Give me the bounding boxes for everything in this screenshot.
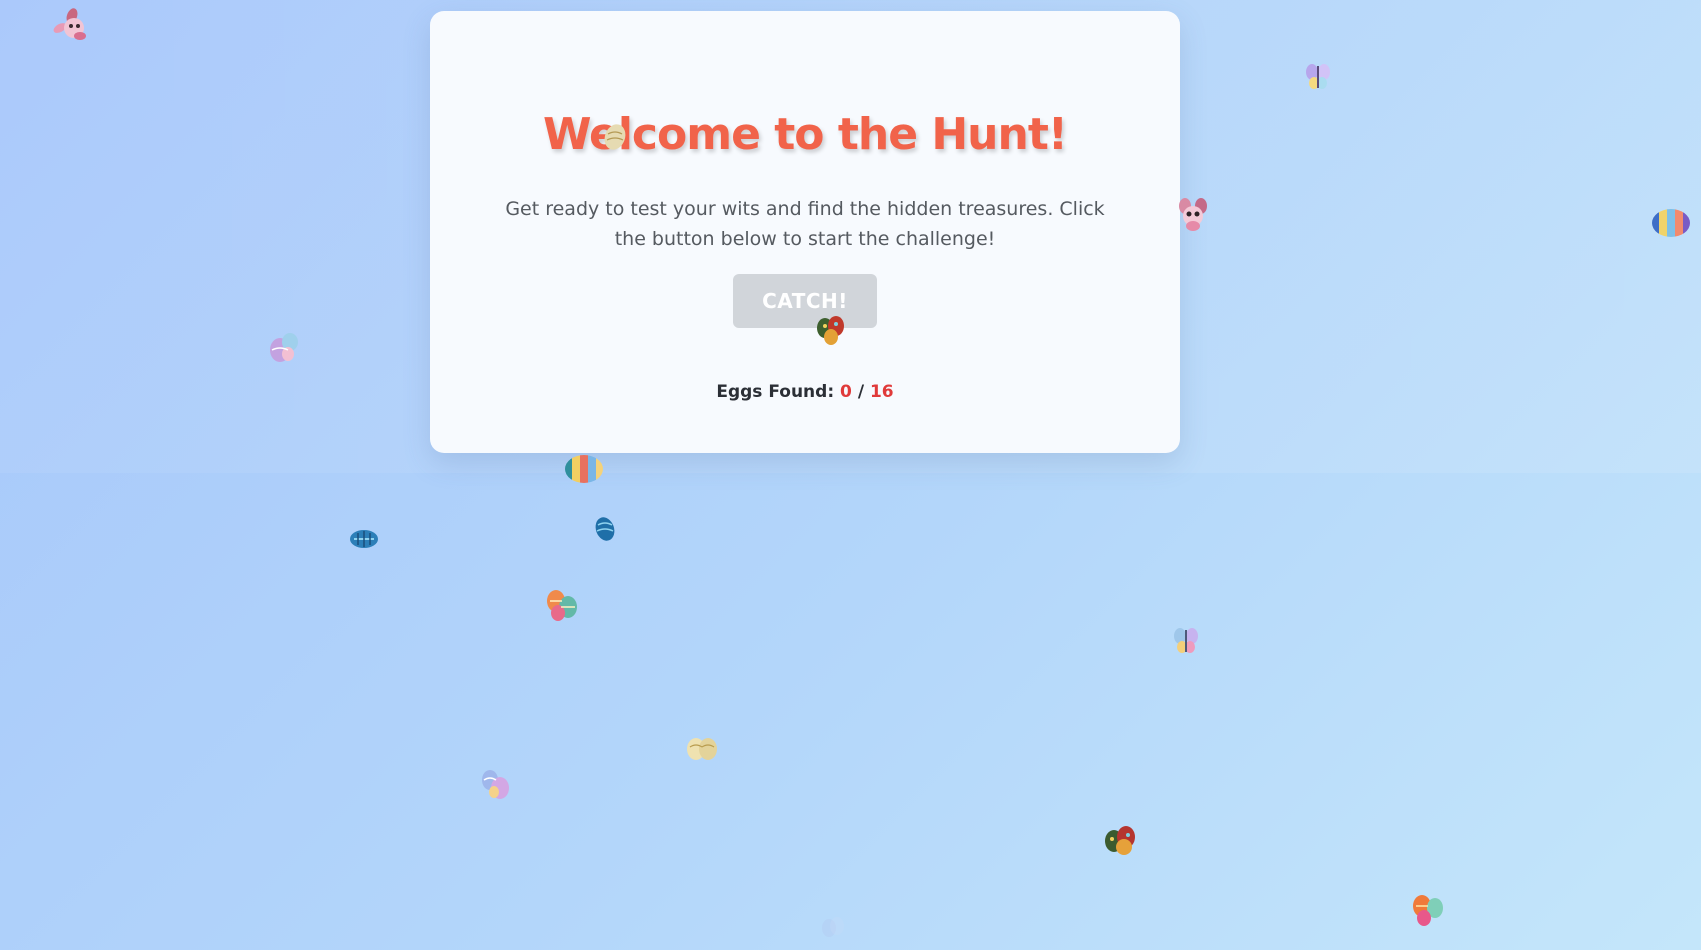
golden-eggs-icon[interactable]: [600, 120, 630, 154]
egg-cluster-icon[interactable]: [1102, 823, 1140, 857]
eggs-counter-label: Eggs Found:: [716, 382, 835, 402]
egg-cluster-icon[interactable]: [542, 585, 582, 625]
pastel-eggs-icon[interactable]: [268, 330, 302, 364]
welcome-card: Welcome to the Hunt! Get ready to test y…: [430, 11, 1180, 453]
eggs-counter: Eggs Found: 0 / 16: [430, 382, 1180, 402]
catch-button[interactable]: CATCH!: [733, 274, 877, 328]
page-title: Welcome to the Hunt!: [543, 109, 1068, 160]
bunny-icon[interactable]: [1175, 196, 1211, 236]
striped-egg-icon[interactable]: [1651, 207, 1691, 239]
butterfly-icon[interactable]: [1172, 624, 1200, 656]
eggs-counter-separator: /: [857, 382, 865, 402]
butterfly-icon[interactable]: [1304, 60, 1332, 92]
golden-eggs-icon[interactable]: [684, 735, 720, 763]
bunny-icon[interactable]: [50, 6, 90, 42]
striped-egg-icon[interactable]: [564, 453, 604, 485]
eggs-found-value: 0: [840, 382, 852, 402]
blue-egg-icon[interactable]: [592, 515, 618, 545]
instructions-text: Get ready to test your wits and find the…: [505, 198, 1105, 250]
egg-cluster-icon[interactable]: [820, 915, 846, 939]
egg-cluster-icon[interactable]: [814, 312, 848, 348]
eggs-total-value: 16: [869, 382, 894, 402]
pastel-eggs-icon[interactable]: [478, 766, 514, 802]
blue-egg-icon[interactable]: [348, 528, 380, 550]
egg-cluster-icon[interactable]: [1408, 890, 1448, 930]
